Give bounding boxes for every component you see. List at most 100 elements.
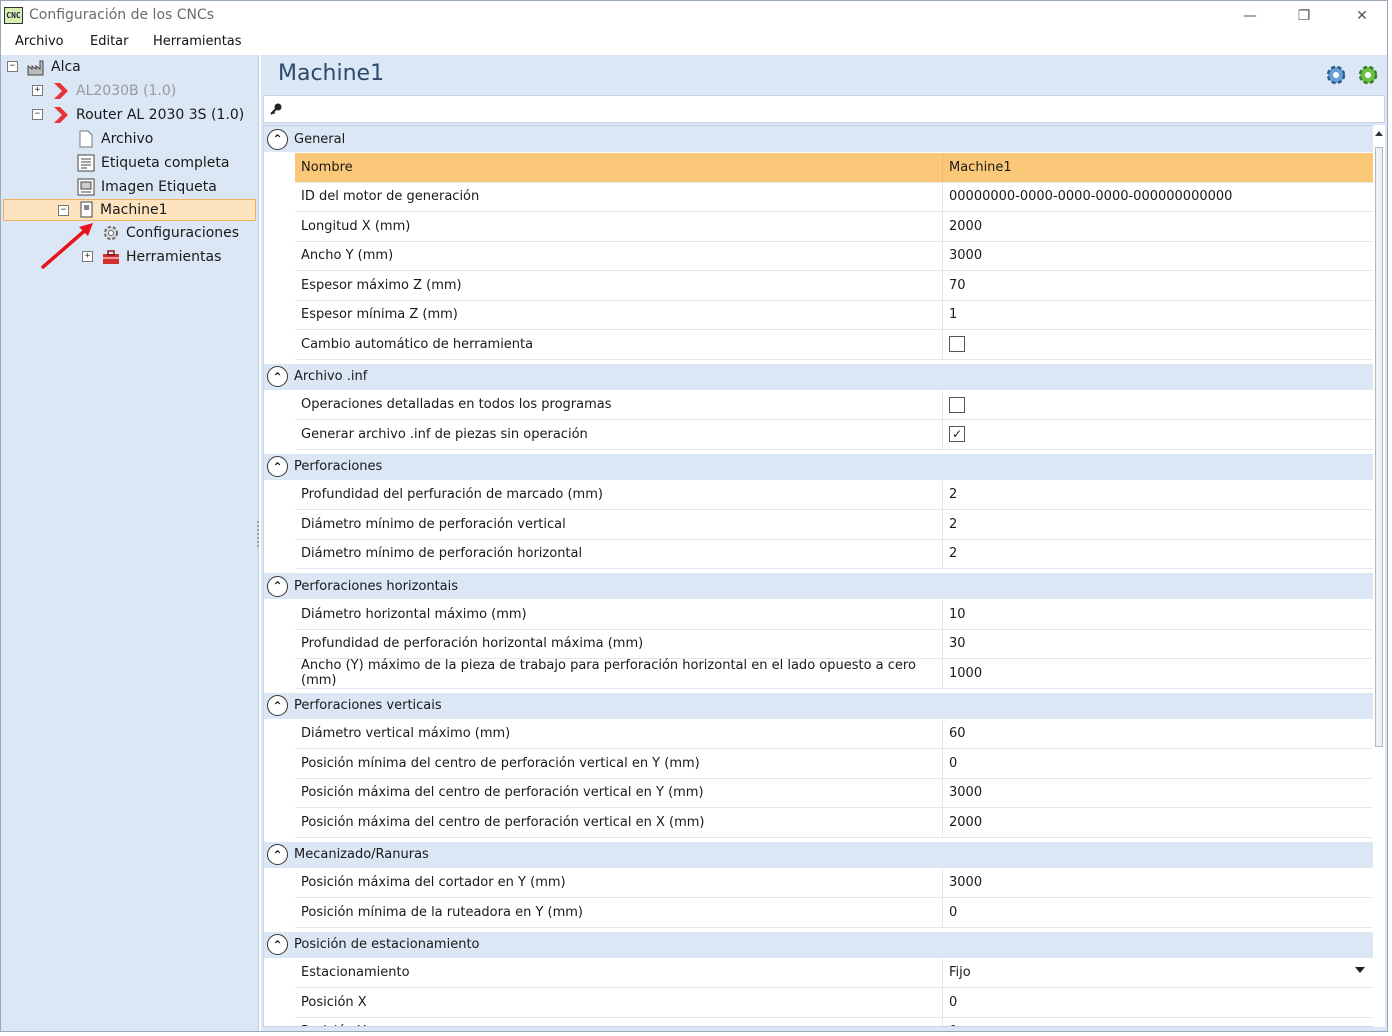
property-name: Posición máxima del centro de perforació… (295, 808, 943, 837)
property-checkbox[interactable]: ✓ (949, 426, 965, 443)
property-value[interactable]: 3000 (943, 242, 1373, 271)
property-value[interactable]: 2000 (943, 808, 1373, 837)
property-checkbox[interactable] (949, 336, 965, 353)
panel-title: Machine1 (278, 61, 385, 86)
menu-herramientas[interactable]: Herramientas (153, 34, 242, 49)
property-row[interactable]: Ancho (Y) máximo de la pieza de trabajo … (295, 658, 1373, 689)
category-header[interactable]: ⌃ Mecanizado/Ranuras (264, 841, 1373, 868)
property-row[interactable]: Espesor mínima Z (mm) 1 (295, 300, 1373, 330)
property-name: Operaciones detalladas en todos los prog… (295, 390, 943, 419)
collapse-chevron-icon[interactable]: ⌃ (267, 844, 288, 865)
menu-editar[interactable]: Editar (90, 34, 129, 49)
tree-label: Herramientas (126, 249, 222, 265)
expand-icon[interactable]: + (32, 85, 43, 96)
category-header[interactable]: ⌃ Archivo .inf (264, 363, 1373, 390)
collapse-icon[interactable]: − (32, 109, 43, 120)
property-value[interactable] (943, 391, 1373, 420)
property-value[interactable]: Machine1 (943, 153, 1373, 182)
property-row[interactable]: Diámetro vertical máximo (mm) 60 (295, 719, 1373, 749)
property-value[interactable]: 0 (943, 1018, 1373, 1026)
maximize-button[interactable]: ❐ (1281, 4, 1327, 28)
property-row[interactable]: Posición máxima del cortador en Y (mm) 30… (295, 868, 1373, 898)
category-header[interactable]: ⌃ Perforaciones (264, 453, 1373, 480)
collapse-icon[interactable]: − (7, 61, 18, 72)
property-value[interactable]: 3000 (943, 779, 1373, 808)
scroll-thumb[interactable] (1375, 147, 1383, 747)
property-row[interactable]: Diámetro mínimo de perforación horizonta… (295, 539, 1373, 569)
property-value[interactable]: 0 (943, 749, 1373, 778)
category-header[interactable]: ⌃ General (264, 126, 1373, 152)
category-header[interactable]: ⌃ Perforaciones verticais (264, 692, 1373, 719)
property-row[interactable]: Generar archivo .inf de piezas sin opera… (295, 420, 1373, 450)
property-row[interactable]: Ancho Y (mm) 3000 (295, 241, 1373, 271)
property-value[interactable]: 2000 (943, 212, 1373, 241)
collapse-chevron-icon[interactable]: ⌃ (267, 456, 288, 477)
property-row[interactable]: Operaciones detalladas en todos los prog… (295, 390, 1373, 420)
property-row[interactable]: Longitud X (mm) 2000 (295, 212, 1373, 242)
category-title: Perforaciones (294, 459, 383, 474)
collapse-chevron-icon[interactable]: ⌃ (267, 695, 288, 716)
collapse-icon[interactable]: − (58, 205, 69, 216)
dropdown-arrow-icon[interactable] (1355, 966, 1365, 973)
property-row[interactable]: Posición máxima del centro de perforació… (295, 808, 1373, 838)
property-row[interactable]: Espesor máximo Z (mm) 70 (295, 271, 1373, 301)
property-value-text: 30 (949, 636, 966, 652)
property-name: Posición X (295, 988, 943, 1017)
property-row[interactable]: Diámetro mínimo de perforación vertical 2 (295, 510, 1373, 540)
settings-green-icon[interactable] (1357, 64, 1379, 86)
property-value[interactable]: 00000000-0000-0000-0000-000000000000 (943, 183, 1373, 212)
category-header[interactable]: ⌃ Posición de estacionamiento (264, 931, 1373, 958)
property-name: Nombre (295, 153, 943, 182)
search-bar[interactable] (263, 95, 1385, 123)
property-row[interactable]: Posición X 0 (295, 988, 1373, 1018)
property-value[interactable]: 3000 (943, 869, 1373, 898)
tree-item-machine1[interactable]: − Machine1 (3, 199, 256, 221)
settings-blue-icon[interactable] (1325, 64, 1347, 86)
property-value[interactable]: ✓ (943, 420, 1373, 449)
tree-label: Etiqueta completa (101, 155, 230, 171)
property-row[interactable]: Estacionamiento Fijo (295, 958, 1373, 988)
property-value[interactable]: 0 (943, 988, 1373, 1017)
collapse-chevron-icon[interactable]: ⌃ (267, 575, 288, 597)
tree-label: Archivo (101, 131, 154, 147)
property-row[interactable]: Posición mínima del centro de perforació… (295, 749, 1373, 779)
app-window: CNC Configuración de los CNCs — ❐ ✕ Arch… (0, 0, 1388, 1032)
property-name: Espesor mínima Z (mm) (295, 300, 943, 329)
property-checkbox[interactable] (949, 396, 965, 413)
property-row[interactable]: Profundidad de perforación horizontal má… (295, 629, 1373, 659)
property-row[interactable]: Diámetro horizontal máximo (mm) 10 (295, 600, 1373, 630)
property-value[interactable]: 2 (943, 481, 1373, 510)
property-value[interactable] (943, 330, 1373, 359)
menu-archivo[interactable]: Archivo (15, 34, 64, 49)
property-row[interactable]: Cambio automático de herramienta (295, 330, 1373, 360)
machine-tree: − Alca + AL2030B (1.0) − Router AL 2030 … (1, 55, 259, 1031)
property-value[interactable]: 30 (943, 630, 1373, 659)
collapse-chevron-icon[interactable]: ⌃ (267, 128, 288, 150)
property-value[interactable]: 2 (943, 540, 1373, 569)
scroll-up-icon[interactable] (1375, 131, 1383, 136)
category-title: General (294, 131, 346, 147)
property-row[interactable]: Posición Y 0 (295, 1017, 1373, 1026)
property-value[interactable]: 1000 (943, 659, 1373, 688)
property-value[interactable]: 1 (943, 301, 1373, 330)
property-name: Posición mínima de la ruteadora en Y (mm… (295, 898, 943, 927)
collapse-chevron-icon[interactable]: ⌃ (267, 366, 288, 387)
property-value[interactable]: 0 (943, 898, 1373, 927)
property-value-text: 0 (949, 1024, 957, 1026)
collapse-chevron-icon[interactable]: ⌃ (267, 934, 288, 955)
category-header[interactable]: ⌃ Perforaciones horizontais (264, 573, 1373, 599)
property-row[interactable]: ID del motor de generación 00000000-0000-… (295, 182, 1373, 212)
property-value-text: 0 (949, 904, 958, 920)
vertical-scrollbar[interactable] (1373, 125, 1385, 1027)
property-value[interactable]: 60 (943, 720, 1373, 749)
close-button[interactable]: ✕ (1339, 4, 1385, 28)
property-value[interactable]: 2 (943, 510, 1373, 539)
property-value[interactable]: Fijo (943, 959, 1373, 988)
property-value[interactable]: 10 (943, 600, 1373, 629)
property-row[interactable]: Posición mínima de la ruteadora en Y (mm… (295, 898, 1373, 928)
property-row[interactable]: Nombre Machine1 (295, 153, 1373, 183)
minimize-button[interactable]: — (1227, 4, 1273, 28)
property-value[interactable]: 70 (943, 271, 1373, 300)
property-row[interactable]: Profundidad del perfuración de marcado (… (295, 480, 1373, 510)
property-row[interactable]: Posición máxima del centro de perforació… (295, 778, 1373, 808)
